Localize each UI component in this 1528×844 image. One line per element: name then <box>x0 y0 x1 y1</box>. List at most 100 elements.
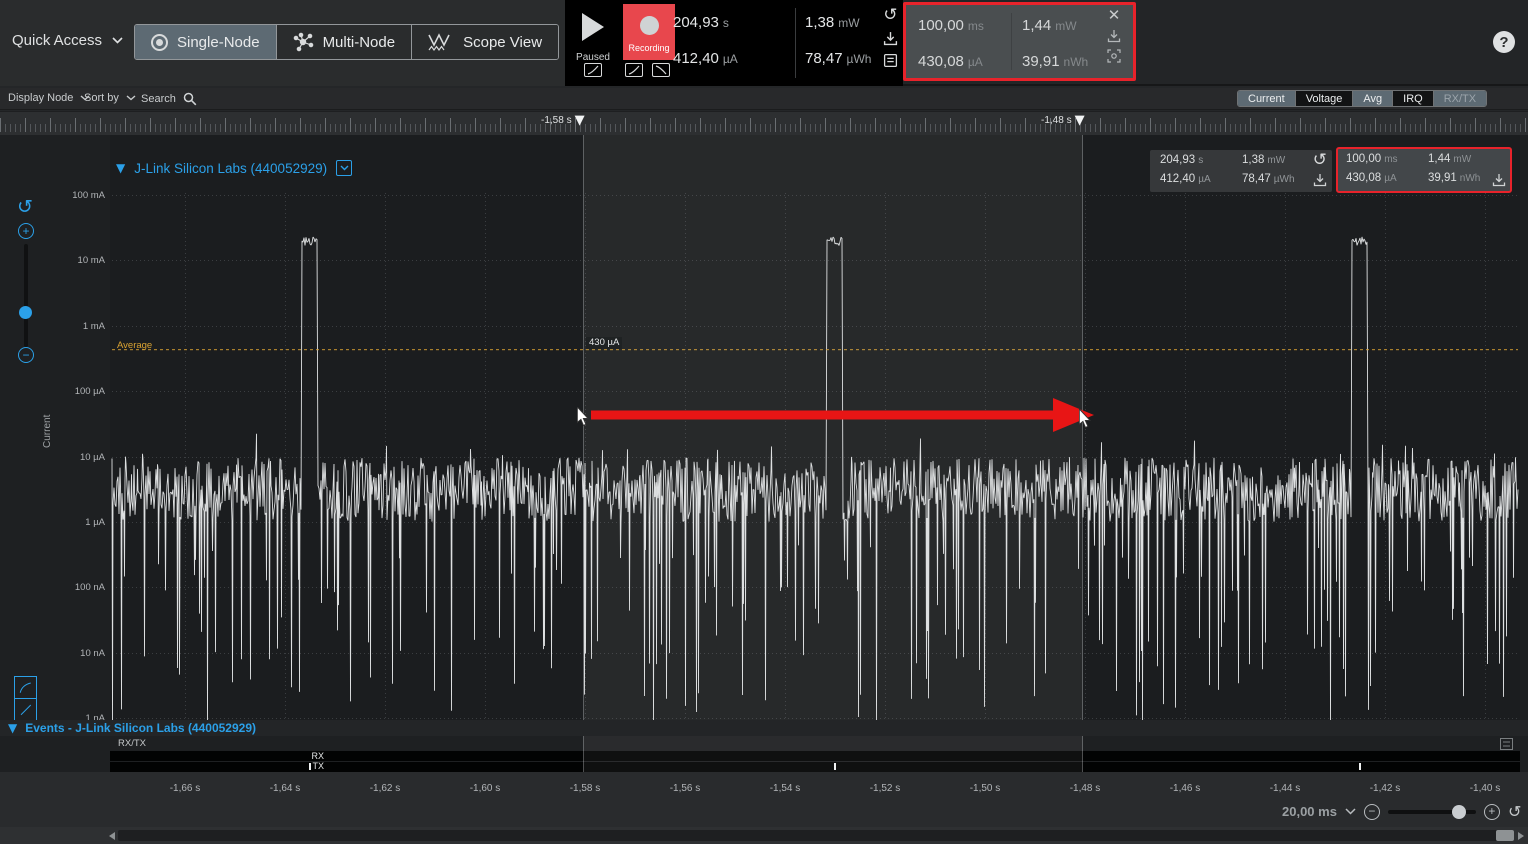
rxtx-group-label: RX/TX <box>118 738 146 749</box>
view-toggle-current[interactable]: Current <box>1238 91 1295 106</box>
sort-by-dropdown[interactable]: Sort by <box>84 92 136 104</box>
scrollbar-thumb[interactable] <box>1496 830 1514 841</box>
session-power-energy: 1,38mW 78,47µWh <box>805 0 885 86</box>
view-toggle-irq[interactable]: IRQ <box>1392 91 1433 106</box>
tab-single-node[interactable]: Single-Node <box>135 25 276 59</box>
view-toggle-group: CurrentVoltageAvgIRQRX/TX <box>1237 90 1487 107</box>
x-axis-tick-label: -1,56 s <box>657 783 713 794</box>
time-zoom-slider-handle[interactable] <box>1452 805 1466 819</box>
close-icon[interactable]: ✕ <box>1108 9 1121 23</box>
events-title: Events - J-Link Silicon Labs (440052929) <box>25 721 256 735</box>
horizontal-scrollbar[interactable] <box>0 827 1528 844</box>
view-toggle-rxtx[interactable]: RX/TX <box>1433 91 1486 106</box>
collapse-icon[interactable]: ▼ <box>8 722 17 734</box>
time-ruler[interactable]: -1,58 s ▼ -1,48 s ▼ <box>0 111 1528 135</box>
scrollbar-track[interactable] <box>118 830 1514 841</box>
view-toggle-voltage[interactable]: Voltage <box>1295 91 1353 106</box>
events-header[interactable]: ▼ Events - J-Link Silicon Labs (44005292… <box>0 720 1528 736</box>
tx-event-tick <box>1359 763 1361 770</box>
selection-actions: ✕ <box>1107 9 1121 63</box>
collapse-icon[interactable]: ▼ <box>116 162 125 174</box>
export-icon[interactable] <box>1313 173 1327 187</box>
y-zoom-reset-icon[interactable]: ↺ <box>17 199 33 216</box>
session-actions: ↺ <box>883 7 898 68</box>
node-visibility-toggle[interactable] <box>336 160 352 176</box>
mode-tab-group: Single-Node Multi-Node Scope View <box>134 24 559 60</box>
tab-scope-view[interactable]: Scope View <box>411 25 558 59</box>
record-icon <box>640 16 659 35</box>
recording-label: Recording <box>628 43 669 53</box>
average-value-badge: 430 µA <box>586 337 622 349</box>
annotation-arrow <box>575 393 1105 437</box>
chevron-down-icon <box>112 37 123 44</box>
x-axis-tick-label: -1,52 s <box>857 783 913 794</box>
ramp-up-icon[interactable] <box>625 63 643 77</box>
y-axis-tick-label: 100 nA <box>0 582 105 593</box>
time-zoom-reset-icon[interactable]: ↺ <box>1508 802 1521 821</box>
export-icon[interactable] <box>883 31 898 46</box>
node-title: J-Link Silicon Labs (440052929) <box>134 161 327 176</box>
y-zoom-in-button[interactable]: + <box>18 223 34 239</box>
y-zoom-out-button[interactable]: − <box>18 347 34 363</box>
x-axis-tick-label: -1,40 s <box>1457 783 1513 794</box>
y-axis-label: Current <box>42 415 53 448</box>
ruler-major-ticks <box>0 118 1528 132</box>
mouse-cursor-icon <box>577 407 591 427</box>
chart-selection-stats: 100,00ms 430,08µA 1,44mW 39,91nWh <box>1336 147 1512 193</box>
y-zoom-slider-handle[interactable] <box>19 306 32 319</box>
reset-icon[interactable]: ↺ <box>883 7 897 24</box>
play-button[interactable] <box>571 4 615 50</box>
selection-end-marker[interactable]: -1,48 s ▼ <box>1041 114 1085 127</box>
log-scale-button[interactable] <box>14 676 37 699</box>
marker-time-label: -1,58 s <box>541 115 572 126</box>
y-axis-tick-label: 100 µA <box>0 386 105 397</box>
tab-multi-node[interactable]: Multi-Node <box>276 25 412 59</box>
energy-profiler-window: Quick Access Single-Node Multi-Node <box>0 0 1528 844</box>
scroll-right-icon[interactable] <box>1518 832 1524 840</box>
scroll-left-icon[interactable] <box>109 832 115 840</box>
selection-stats-panel: 100,00ms 430,08µA 1,44mW 39,91nWh ✕ <box>903 2 1136 81</box>
tab-label: Multi-Node <box>323 34 396 51</box>
x-axis-tick-label: -1,66 s <box>157 783 213 794</box>
selection-start-marker[interactable]: -1,58 s ▼ <box>541 114 585 127</box>
display-node-dropdown[interactable]: Display Node <box>8 92 90 104</box>
search-control[interactable]: Search <box>141 92 197 106</box>
y-axis-tick-label: 100 mA <box>0 190 105 201</box>
paused-label: Paused <box>565 52 621 63</box>
view-toggle-avg[interactable]: Avg <box>1352 91 1392 106</box>
y-axis-tick-label: 10 µA <box>0 452 105 463</box>
zoom-to-selection-icon[interactable] <box>1107 49 1121 63</box>
display-options-bar: Display Node Sort by Search CurrentVolta… <box>0 88 1528 110</box>
chart-session-stats: 204,93s 412,40µA 1,38mW 78,47µWh ↺ <box>1150 150 1332 192</box>
selection-energy: 39,91 <box>1022 53 1060 70</box>
session-time: 204,93 <box>673 14 719 31</box>
scale-buttons <box>14 676 37 721</box>
export-icon[interactable] <box>1492 173 1506 187</box>
selection-current: 430,08 <box>918 53 964 70</box>
rx-row-label: RX <box>294 751 324 761</box>
multi-node-icon <box>293 32 314 52</box>
window-span-value[interactable]: 20,00 ms <box>1282 804 1337 819</box>
time-window-control: 20,00 ms − + ↺ <box>1282 802 1521 821</box>
ramp-down-icon[interactable] <box>652 63 670 77</box>
quick-access-label: Quick Access <box>12 32 102 49</box>
y-axis-tick-label: 1 mA <box>0 321 105 332</box>
overlay-sel-current: 430,08 <box>1346 172 1381 184</box>
chevron-down-icon[interactable] <box>1345 808 1356 815</box>
time-zoom-in-button[interactable]: + <box>1484 804 1500 820</box>
tx-event-tick <box>309 763 311 770</box>
export-icon[interactable] <box>1107 29 1121 43</box>
reset-icon[interactable]: ↺ <box>1313 152 1327 169</box>
time-zoom-out-button[interactable]: − <box>1364 804 1380 820</box>
quick-access-menu[interactable]: Quick Access <box>12 32 123 49</box>
record-button[interactable]: Recording <box>623 4 675 60</box>
node-header[interactable]: ▼ J-Link Silicon Labs (440052929) <box>116 160 352 176</box>
notes-icon[interactable] <box>883 53 898 68</box>
time-zoom-slider-track[interactable] <box>1388 810 1476 814</box>
linear-scale-button[interactable] <box>14 698 37 721</box>
events-legend-icon[interactable] <box>1500 738 1513 750</box>
x-axis-tick-label: -1,46 s <box>1157 783 1213 794</box>
ramp-up-icon[interactable] <box>584 63 602 77</box>
y-zoom-slider-track[interactable] <box>24 244 28 347</box>
help-button[interactable]: ? <box>1493 31 1515 53</box>
